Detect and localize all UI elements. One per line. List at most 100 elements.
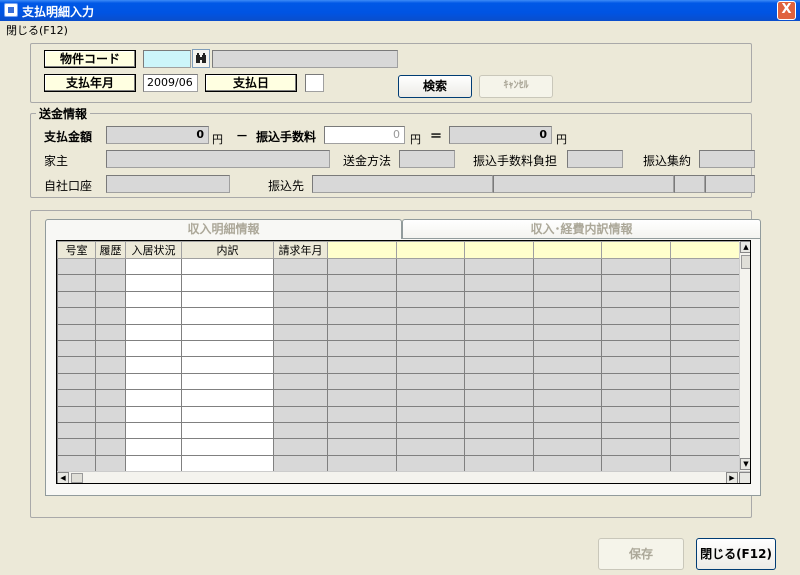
grid-cell[interactable] [125,356,182,374]
grid-cell[interactable] [125,274,182,292]
grid-cell[interactable] [95,438,126,456]
grid-cell[interactable] [670,389,740,407]
grid-cell[interactable] [533,438,602,456]
col-breakdown[interactable]: 内訳 [181,241,274,259]
grid-cell[interactable] [57,454,96,473]
grid-cell[interactable] [464,339,534,358]
table-row[interactable] [57,339,740,358]
grid-cell[interactable] [57,257,96,276]
col-room[interactable]: 号室 [57,241,96,259]
grid-cell[interactable] [57,389,96,407]
grid-cell[interactable] [396,454,465,473]
col-amount-5[interactable] [601,241,671,259]
table-row[interactable] [57,454,740,473]
pay-day-input[interactable] [305,74,324,92]
grid-cell[interactable] [327,372,397,391]
grid-cell[interactable] [464,421,534,440]
grid-cell[interactable] [396,421,465,440]
grid-cell[interactable] [464,356,534,374]
grid-cell[interactable] [327,356,397,374]
grid-cell[interactable] [601,257,671,276]
scroll-left-arrow-icon[interactable]: ◀ [57,472,69,483]
grid-cell[interactable] [181,421,274,440]
col-amount-2[interactable] [396,241,465,259]
grid-cell[interactable] [273,274,328,292]
grid-cell[interactable] [181,290,274,309]
col-amount-4[interactable] [533,241,602,259]
grid-cell[interactable] [125,438,182,456]
menu-close[interactable]: 閉じる(F12) [6,22,68,38]
grid-cell[interactable] [273,372,328,391]
grid-cell[interactable] [181,257,274,276]
grid-cell[interactable] [125,323,182,341]
grid-cell[interactable] [57,323,96,341]
grid-cell[interactable] [181,405,274,423]
grid-cell[interactable] [57,372,96,391]
grid-cell[interactable] [464,438,534,456]
grid-cell[interactable] [601,290,671,309]
grid-cell[interactable] [396,290,465,309]
grid-cell[interactable] [601,405,671,423]
grid-cell[interactable] [125,405,182,423]
grid-cell[interactable] [95,323,126,341]
grid-cell[interactable] [396,389,465,407]
grid-cell[interactable] [57,307,96,325]
vertical-scroll-thumb[interactable] [741,255,750,269]
grid-cell[interactable] [327,454,397,473]
grid-cell[interactable] [601,307,671,325]
grid-cell[interactable] [57,405,96,423]
grid-cell[interactable] [327,421,397,440]
grid-cell[interactable] [601,454,671,473]
grid-cell[interactable] [273,290,328,309]
grid-cell[interactable] [396,438,465,456]
grid-cell[interactable] [273,257,328,276]
grid-cell[interactable] [95,274,126,292]
grid-cell[interactable] [533,405,602,423]
grid-cell[interactable] [670,307,740,325]
grid-cell[interactable] [601,438,671,456]
grid-cell[interactable] [95,372,126,391]
grid-cell[interactable] [670,356,740,374]
grid-cell[interactable] [670,454,740,473]
grid-cell[interactable] [601,372,671,391]
table-row[interactable] [57,421,740,440]
grid-cell[interactable] [601,389,671,407]
grid-cell[interactable] [181,438,274,456]
grid-cell[interactable] [464,307,534,325]
grid-cell[interactable] [533,421,602,440]
grid-cell[interactable] [327,405,397,423]
grid-cell[interactable] [396,405,465,423]
grid-cell[interactable] [464,290,534,309]
grid-cell[interactable] [464,405,534,423]
grid-cell[interactable] [95,454,126,473]
grid-cell[interactable] [533,389,602,407]
grid-cell[interactable] [327,274,397,292]
col-history[interactable]: 履歴 [95,241,126,259]
grid-cell[interactable] [464,389,534,407]
grid-cell[interactable] [181,454,274,473]
grid-cell[interactable] [57,339,96,358]
grid-cell[interactable] [57,290,96,309]
grid-cell[interactable] [464,257,534,276]
grid-cell[interactable] [125,257,182,276]
grid-cell[interactable] [601,274,671,292]
grid-cell[interactable] [95,339,126,358]
grid-cell[interactable] [125,389,182,407]
grid-cell[interactable] [95,290,126,309]
grid-cell[interactable] [327,438,397,456]
grid-cell[interactable] [273,438,328,456]
grid-cell[interactable] [396,307,465,325]
grid-cell[interactable] [533,372,602,391]
col-billing-month[interactable]: 請求年月 [273,241,328,259]
grid-cell[interactable] [327,307,397,325]
grid-cell[interactable] [533,356,602,374]
grid-cell[interactable] [125,290,182,309]
binoculars-search-button[interactable] [192,49,210,68]
property-code-input[interactable] [143,50,191,68]
grid-cell[interactable] [57,438,96,456]
grid-cell[interactable] [181,339,274,358]
close-button[interactable]: 閉じる(F12) [696,538,776,570]
grid-cell[interactable] [327,389,397,407]
grid-cell[interactable] [396,356,465,374]
grid-cell[interactable] [57,421,96,440]
